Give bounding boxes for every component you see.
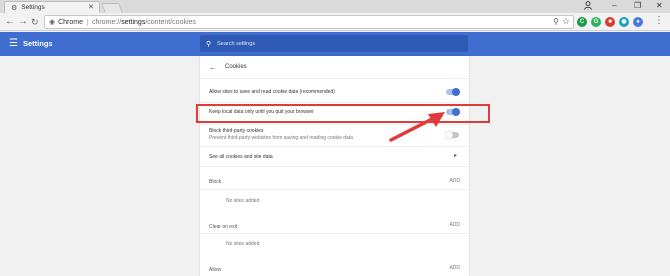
search-settings-box[interactable]: ⚲: [200, 35, 468, 52]
allow-sites-label: Allow sites to save and read cookie data…: [209, 89, 335, 95]
bookmark-star-icon[interactable]: ☆: [562, 16, 570, 27]
back-arrow-icon[interactable]: ←: [209, 63, 217, 72]
settings-header: ☰ Settings ⚲: [0, 32, 670, 56]
green-extension-icon[interactable]: C: [577, 17, 587, 27]
divider: [200, 233, 469, 234]
address-bar[interactable]: ◉ Chrome chrome:// settings /content/coo…: [44, 15, 574, 29]
red-extension-icon[interactable]: ■: [605, 17, 615, 27]
url-scheme: chrome://: [92, 18, 122, 26]
see-all-label: See all cookies and site data: [209, 154, 273, 160]
toggle-knob: [452, 88, 460, 96]
search-input[interactable]: [217, 40, 418, 47]
cookies-card: ← Cookies Allow sites to save and read c…: [200, 56, 469, 276]
clear-section-title: Clear on exit: [209, 224, 238, 230]
clear-empty-note: No sites added: [226, 241, 260, 247]
see-all-row[interactable]: See all cookies and site data ▸: [200, 147, 469, 167]
hamburger-menu-icon[interactable]: ☰: [9, 38, 18, 50]
allow-sites-row[interactable]: Allow sites to save and read cookie data…: [200, 79, 469, 103]
browser-toolbar: ← → ↻ ◉ Chrome chrome:// settings /conte…: [0, 13, 670, 31]
block-section-title: Block: [209, 179, 222, 185]
chevron-right-icon: ▸: [453, 153, 457, 159]
allow-add-button[interactable]: ADD: [449, 265, 460, 271]
teal-extension-icon[interactable]: ◉: [619, 17, 629, 27]
clear-add-button[interactable]: ADD: [449, 222, 460, 228]
search-icon: ⚲: [206, 40, 212, 48]
block-third-party-sub: Prevent third-party websites from saving…: [209, 135, 353, 141]
divider: [200, 189, 469, 190]
tab-close-icon[interactable]: ✕: [88, 3, 94, 11]
blue-extension-icon[interactable]: ●: [633, 17, 643, 27]
new-tab-button[interactable]: [101, 3, 123, 13]
forward-arrow-icon[interactable]: →: [18, 15, 28, 29]
page-title: Settings: [23, 39, 53, 48]
block-third-party-label: Block third-party cookies: [209, 128, 264, 134]
allow-sites-toggle[interactable]: [446, 88, 460, 96]
chrome-chip: Chrome: [58, 18, 89, 26]
url-path: /content/cookies: [145, 18, 196, 26]
cookies-header: ← Cookies: [200, 56, 469, 79]
cookies-title: Cookies: [225, 64, 247, 70]
reload-icon[interactable]: ↻: [31, 15, 39, 29]
menu-dots-icon[interactable]: ⋮: [654, 15, 664, 26]
url-host: settings: [121, 18, 146, 26]
close-icon[interactable]: ✕: [656, 1, 663, 10]
site-info-icon[interactable]: ◉: [49, 18, 55, 26]
tab-settings[interactable]: ⚙ Settings ✕: [4, 1, 100, 13]
grammar-extension-icon[interactable]: G: [591, 17, 601, 27]
tab-title: Settings: [21, 4, 45, 11]
restore-icon[interactable]: ❐: [634, 1, 641, 10]
gear-icon: ⚙: [11, 4, 18, 12]
minimize-icon[interactable]: –: [612, 1, 616, 10]
tab-strip: ⚙ Settings ✕ – ❐ ✕: [0, 0, 670, 13]
block-empty-note: No sites added: [226, 198, 260, 204]
allow-section-title: Allow: [209, 267, 221, 273]
person-icon[interactable]: [584, 1, 592, 12]
annotation-arrow: [389, 112, 445, 142]
block-add-button[interactable]: ADD: [449, 178, 460, 184]
back-arrow-icon[interactable]: ←: [5, 15, 15, 29]
search-icon[interactable]: ⚲: [553, 17, 559, 26]
